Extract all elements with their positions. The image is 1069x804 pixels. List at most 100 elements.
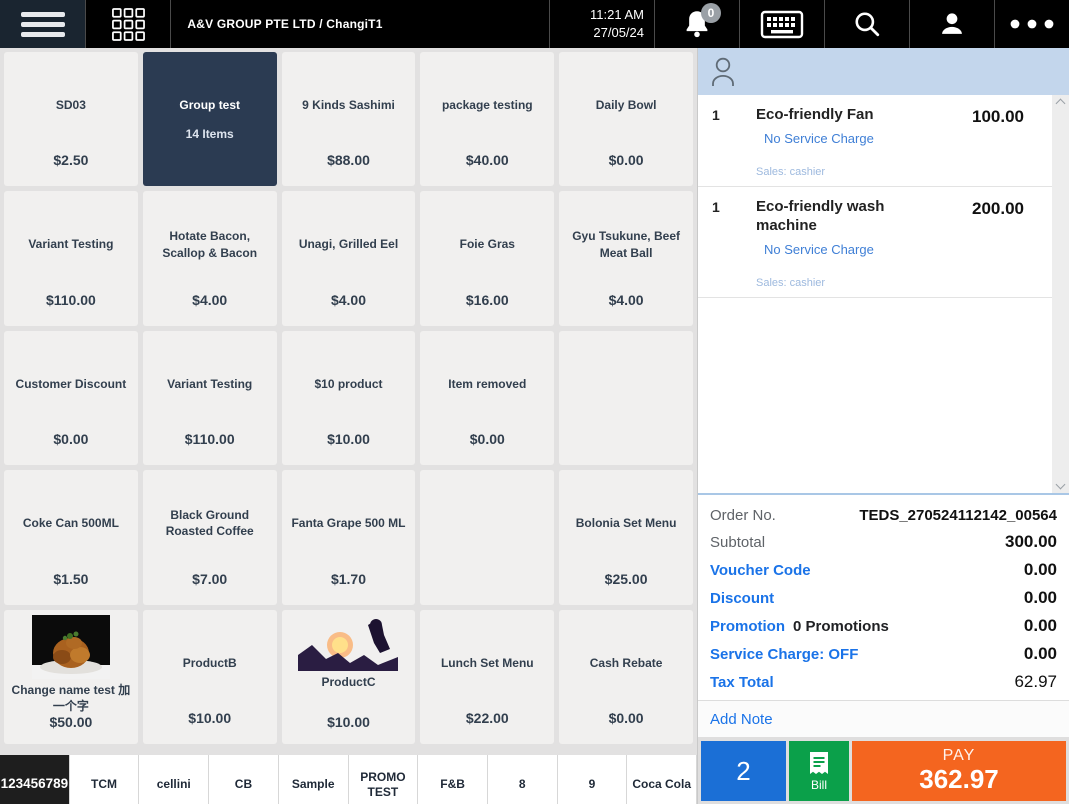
product-price: $0.00 — [470, 431, 505, 447]
item-note: No Service Charge — [764, 131, 1046, 146]
apps-grid-button[interactable] — [86, 0, 171, 48]
store-title-area: A&V GROUP PTE LTD / ChangiT1 — [171, 0, 549, 48]
order-item[interactable]: 1Eco-friendly FanNo Service ChargeSales:… — [698, 95, 1052, 187]
product-tile[interactable]: Variant Testing$110.00 — [143, 331, 277, 465]
clock: 11:21 AM 27/05/24 — [549, 0, 655, 48]
product-tile[interactable]: 9 Kinds Sashimi$88.00 — [282, 52, 416, 186]
product-price: $40.00 — [466, 152, 509, 168]
product-tile[interactable]: Bolonia Set Menu$25.00 — [559, 470, 693, 604]
product-price: $1.70 — [331, 571, 366, 587]
product-name: Customer Discount — [16, 376, 127, 392]
summary-value: TEDS_270524112142_00564 — [859, 507, 1057, 524]
product-tile[interactable]: Item removed $0.00 — [420, 331, 554, 465]
summary-label[interactable]: Tax Total — [710, 674, 774, 691]
product-tile[interactable]: Foie Gras$16.00 — [420, 191, 554, 325]
bill-button[interactable]: Bill — [789, 741, 849, 801]
product-tile[interactable]: Hotate Bacon, Scallop & Bacon$4.00 — [143, 191, 277, 325]
product-name: Bolonia Set Menu — [576, 515, 677, 531]
product-price: $0.00 — [609, 710, 644, 726]
product-tile[interactable]: Group test14 Items — [143, 52, 277, 186]
keyboard-button[interactable] — [740, 0, 825, 48]
customer-icon — [710, 56, 736, 88]
scroll-up-icon[interactable] — [1056, 99, 1066, 109]
summary-value: 300.00 — [1005, 532, 1057, 552]
category-tab[interactable]: CB — [209, 755, 279, 804]
product-name: Unagi, Grilled Eel — [299, 236, 398, 252]
product-price: $50.00 — [49, 714, 92, 730]
main-area: SD03$2.50Group test14 Items9 Kinds Sashi… — [0, 48, 1069, 804]
account-button[interactable] — [910, 0, 995, 48]
date-label: 27/05/24 — [593, 24, 644, 42]
quantity-button[interactable]: 2 — [701, 741, 786, 801]
category-tab[interactable]: TCM — [70, 755, 140, 804]
product-name: ProductB — [183, 655, 237, 671]
order-item[interactable]: 1Eco-friendly wash machineNo Service Cha… — [698, 187, 1052, 298]
notification-badge: 0 — [701, 3, 721, 23]
more-button[interactable] — [995, 0, 1069, 48]
add-note-button[interactable]: Add Note — [698, 700, 1069, 737]
category-tab[interactable]: 9 — [558, 755, 628, 804]
notifications-button[interactable]: 0 — [655, 0, 740, 48]
scroll-down-icon[interactable] — [1056, 480, 1066, 490]
summary-label[interactable]: Service Charge: OFF — [710, 646, 858, 663]
product-tile[interactable]: Variant Testing$110.00 — [4, 191, 138, 325]
product-price: $0.00 — [609, 152, 644, 168]
product-name: Lunch Set Menu — [441, 655, 534, 671]
keyboard-icon — [759, 6, 805, 42]
product-name: Foie Gras — [460, 236, 515, 252]
summary-row: Discount0.00 — [710, 584, 1057, 612]
order-items-area: 1Eco-friendly FanNo Service ChargeSales:… — [698, 95, 1069, 493]
category-tab[interactable]: 8 — [488, 755, 558, 804]
item-price: 200.00 — [972, 199, 1024, 219]
menu-button[interactable] — [0, 0, 86, 48]
product-price: $22.00 — [466, 710, 509, 726]
category-tab[interactable]: Coca Cola — [627, 755, 697, 804]
product-tile[interactable]: Gyu Tsukune, Beef Meat Ball$4.00 — [559, 191, 693, 325]
product-name: Black Ground Roasted Coffee — [150, 507, 270, 539]
hamburger-icon — [21, 12, 65, 37]
top-bar: A&V GROUP PTE LTD / ChangiT1 11:21 AM 27… — [0, 0, 1069, 48]
pos-app: A&V GROUP PTE LTD / ChangiT1 11:21 AM 27… — [0, 0, 1069, 804]
product-tile[interactable]: Fanta Grape 500 ML$1.70 — [282, 470, 416, 604]
product-tile[interactable]: Customer Discount$0.00 — [4, 331, 138, 465]
category-tab[interactable]: F&B — [418, 755, 488, 804]
item-qty: 1 — [712, 107, 720, 123]
product-tile[interactable]: Daily Bowl$0.00 — [559, 52, 693, 186]
item-sales: Sales: cashier — [756, 277, 1046, 289]
customer-bar[interactable] — [698, 48, 1069, 95]
product-tile[interactable]: ProductC$10.00 — [282, 610, 416, 744]
summary-value: 62.97 — [1014, 672, 1057, 692]
summary-extra: 0 Promotions — [793, 618, 889, 635]
product-tile[interactable]: package testing$40.00 — [420, 52, 554, 186]
product-tile[interactable]: ProductB $10.00 — [143, 610, 277, 744]
product-price: $10.00 — [327, 714, 370, 730]
product-name: Group test — [179, 97, 240, 113]
product-tile[interactable]: $10 product$10.00 — [282, 331, 416, 465]
product-tile[interactable]: Coke Can 500ML$1.50 — [4, 470, 138, 604]
summary-label[interactable]: Promotion — [710, 618, 785, 635]
product-tile[interactable]: Lunch Set Menu $22.00 — [420, 610, 554, 744]
product-name: Item removed — [448, 376, 526, 392]
product-tile[interactable]: Cash Rebate$0.00 — [559, 610, 693, 744]
product-tile[interactable]: Black Ground Roasted Coffee$7.00 — [143, 470, 277, 604]
product-panel: SD03$2.50Group test14 Items9 Kinds Sashi… — [0, 48, 697, 804]
product-tile[interactable]: Change name test 加一个字$50.00 — [4, 610, 138, 744]
category-tab[interactable]: Sample — [279, 755, 349, 804]
category-tab[interactable]: PROMO TEST — [349, 755, 419, 804]
product-tile[interactable]: SD03$2.50 — [4, 52, 138, 186]
pay-button[interactable]: PAY 362.97 — [852, 741, 1066, 801]
summary-row: Order No.TEDS_270524112142_00564 — [710, 503, 1057, 528]
summary-row: Promotion0 Promotions0.00 — [710, 612, 1057, 640]
summary-row: Tax Total 62.97 — [710, 668, 1057, 696]
pay-label: PAY — [943, 747, 976, 765]
search-button[interactable] — [825, 0, 910, 48]
product-tile[interactable]: Unagi, Grilled Eel$4.00 — [282, 191, 416, 325]
product-name: Gyu Tsukune, Beef Meat Ball — [566, 228, 686, 260]
product-price: $10.00 — [188, 710, 231, 726]
category-tab[interactable]: cellini — [139, 755, 209, 804]
product-name: Coke Can 500ML — [23, 515, 119, 531]
category-tab[interactable]: 123456789 — [0, 755, 70, 804]
summary-label[interactable]: Discount — [710, 590, 774, 607]
scrollbar[interactable] — [1052, 95, 1069, 493]
summary-label[interactable]: Voucher Code — [710, 562, 811, 579]
